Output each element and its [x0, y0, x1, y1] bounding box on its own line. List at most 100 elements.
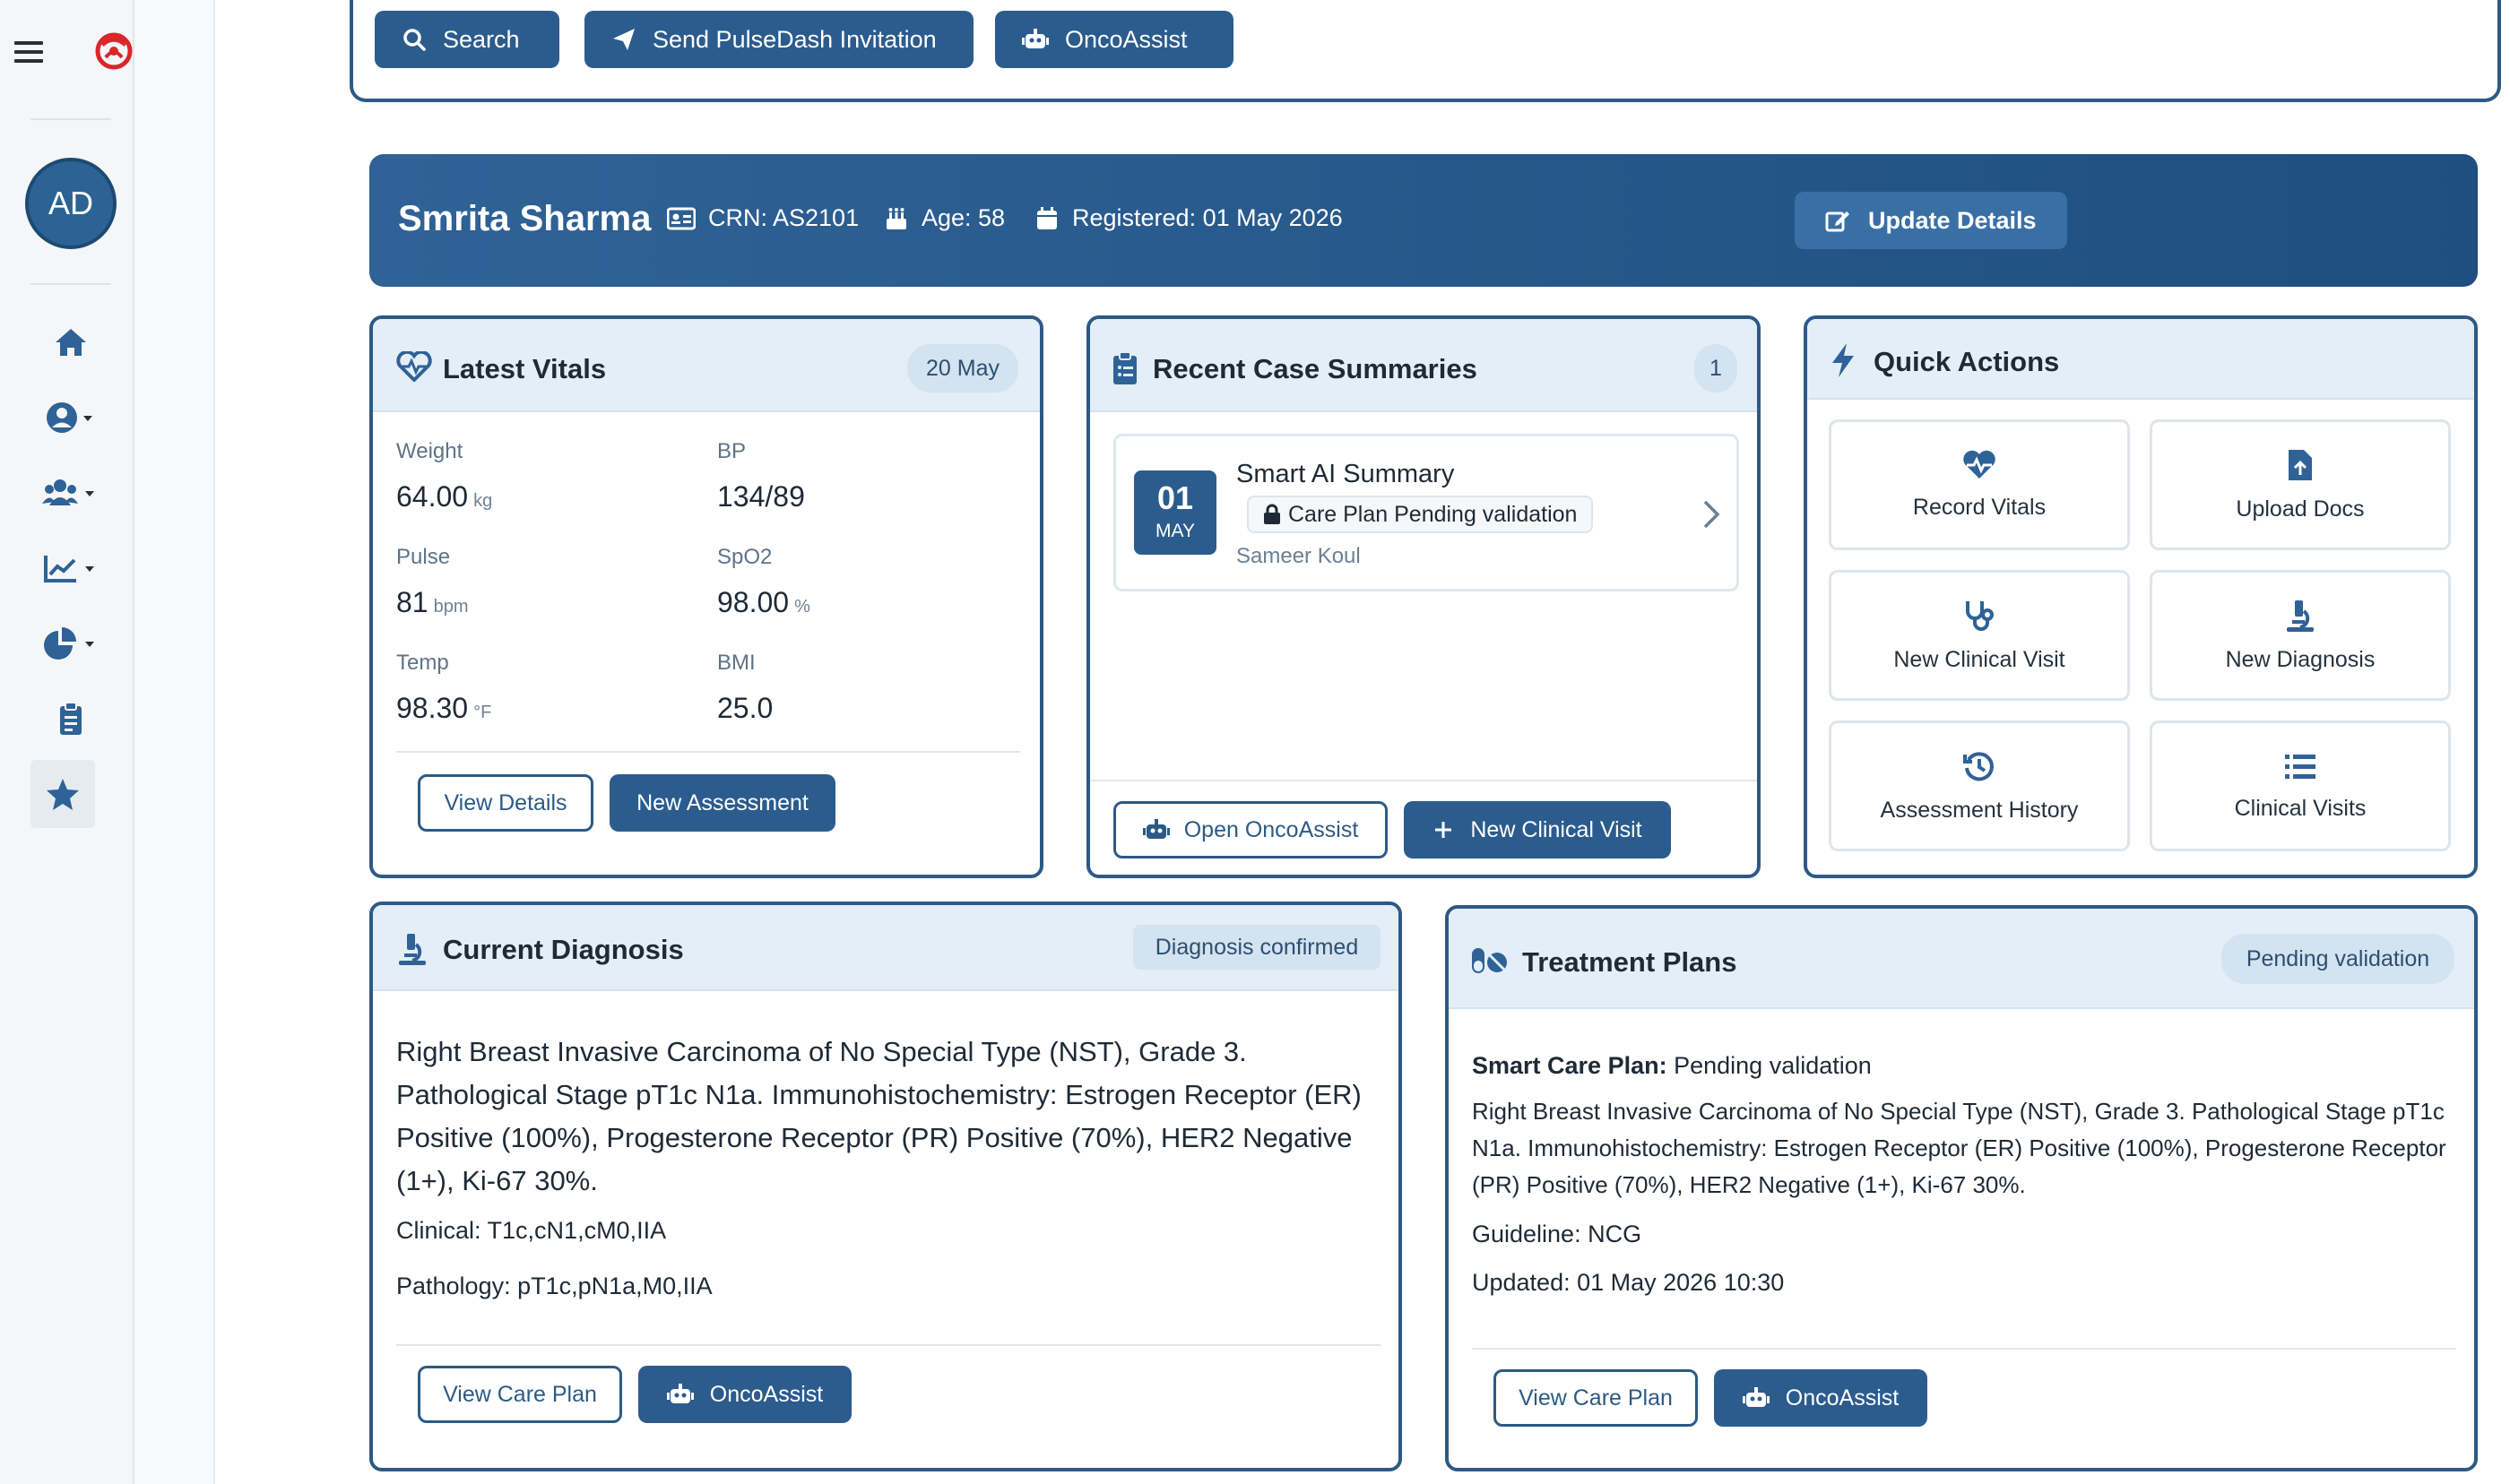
list-icon	[2285, 754, 2315, 779]
new-clinical-visit-label: New Clinical Visit	[1470, 816, 1642, 842]
diagnosis-divider	[396, 1344, 1380, 1346]
sidebar-gutter	[134, 0, 215, 1484]
menu-icon[interactable]	[13, 36, 45, 68]
lock-icon	[1264, 504, 1280, 524]
send-invitation-button[interactable]: Send PulseDash Invitation	[584, 11, 974, 68]
treatment-plans-card: Treatment Plans Pending validation Smart…	[1445, 905, 2478, 1471]
bp-label: BP	[717, 439, 747, 463]
treatment-oncoassist-label: OncoAssist	[1785, 1385, 1900, 1411]
pulse-label: Pulse	[396, 545, 451, 569]
nav-analytics[interactable]	[30, 534, 111, 602]
view-details-button[interactable]: View Details	[418, 774, 593, 832]
case-date-badge: 01 MAY	[1134, 470, 1216, 555]
top-toolbar: Search Send PulseDash Invitation OncoAss…	[350, 0, 2501, 102]
home-icon	[56, 329, 86, 356]
robot-icon	[1742, 1387, 1770, 1407]
weight-value: 64.00 kg	[396, 480, 493, 513]
case-day: 01	[1156, 479, 1194, 516]
new-diagnosis-tile[interactable]: New Diagnosis	[2150, 570, 2451, 701]
sidebar-divider	[30, 118, 111, 120]
pills-icon	[1472, 948, 1507, 973]
user-circle-icon	[47, 402, 92, 433]
case-summary-item[interactable]: 01 MAY Smart AI Summary Care Plan Pendin…	[1113, 434, 1739, 591]
stethoscope-icon	[1966, 600, 1994, 631]
history-icon	[1963, 751, 1994, 781]
clinical-visits-tile[interactable]: Clinical Visits	[2150, 720, 2451, 851]
bmi-value: 25.0	[717, 692, 774, 724]
clinical-visits-label: Clinical Visits	[2234, 795, 2367, 821]
open-oncoassist-button[interactable]: Open OncoAssist	[1113, 801, 1388, 858]
diagnosis-status-badge: Diagnosis confirmed	[1133, 925, 1380, 970]
diagnosis-text: Right Breast Invasive Carcinoma of No Sp…	[396, 1036, 1362, 1196]
quick-actions-title: Quick Actions	[1874, 346, 2060, 377]
vitals-date-badge: 20 May	[907, 344, 1018, 393]
patient-registered-text: Registered: 01 May 2026	[1072, 204, 1343, 231]
spo2-label: SpO2	[717, 545, 773, 569]
treatment-updated: Updated: 01 May 2026 10:30	[1472, 1269, 1785, 1296]
current-diagnosis-card: Current Diagnosis Diagnosis confirmed Ri…	[369, 902, 1402, 1471]
clinical-staging: Clinical: T1c,cN1,cM0,IIA	[396, 1217, 667, 1244]
new-clinical-visit-tile[interactable]: New Clinical Visit	[1829, 570, 2130, 701]
case-status-text: Care Plan Pending validation	[1288, 501, 1578, 527]
pathology-staging: Pathology: pT1c,pN1a,M0,IIA	[396, 1273, 713, 1299]
sidebar-divider	[30, 283, 111, 285]
edit-icon	[1825, 211, 1849, 232]
temp-label: Temp	[396, 651, 449, 675]
record-vitals-tile[interactable]: Record Vitals	[1829, 419, 2130, 550]
oncoassist-button[interactable]: OncoAssist	[995, 11, 1233, 68]
chart-line-icon	[44, 556, 94, 582]
case-title: Smart AI Summary	[1236, 460, 1455, 488]
bolt-icon	[1832, 343, 1854, 377]
send-invitation-label: Send PulseDash Invitation	[653, 25, 937, 53]
treatment-view-care-plan-button[interactable]: View Care Plan	[1493, 1369, 1698, 1427]
treatment-text: Right Breast Invasive Carcinoma of No Sp…	[1472, 1098, 2446, 1198]
avatar[interactable]: AD	[25, 158, 117, 249]
robot-icon	[666, 1384, 694, 1403]
case-summaries-divider	[1090, 780, 1757, 781]
nav-favorites[interactable]	[30, 760, 95, 828]
patient-header: Smrita Sharma CRN: AS2101 Age: 58 Regist…	[369, 154, 2478, 287]
new-clinical-visit-button[interactable]: New Clinical Visit	[1404, 801, 1671, 858]
case-author: Sameer Koul	[1236, 544, 1361, 568]
temp-value: 98.30 °F	[396, 692, 492, 724]
treatment-title: Treatment Plans	[1522, 946, 1737, 978]
update-details-button[interactable]: Update Details	[1795, 192, 2067, 249]
microscope-icon	[399, 934, 426, 965]
pie-chart-icon	[44, 627, 94, 660]
diagnosis-oncoassist-button[interactable]: OncoAssist	[638, 1366, 852, 1423]
diagnosis-title: Current Diagnosis	[443, 934, 684, 965]
case-summaries-count: 1	[1694, 344, 1737, 393]
birthday-cake-icon	[887, 207, 906, 229]
nav-patients[interactable]	[30, 459, 111, 527]
upload-docs-tile[interactable]: Upload Docs	[2150, 419, 2451, 550]
nav-tasks[interactable]	[30, 685, 111, 753]
chevron-right-icon	[1703, 500, 1720, 529]
patient-name: Smrita Sharma	[398, 199, 652, 238]
new-clinical-visit-tile-label: New Clinical Visit	[1893, 646, 2065, 672]
nav-home[interactable]	[30, 308, 111, 376]
treatment-oncoassist-button[interactable]: OncoAssist	[1714, 1369, 1927, 1427]
spo2-value: 98.00%	[717, 586, 810, 618]
smart-care-plan-line: Smart Care Plan: Pending validation	[1472, 1052, 1872, 1080]
latest-vitals-card: Latest Vitals 20 May Weight 64.00 kg BP 1…	[369, 315, 1043, 878]
treatment-divider	[1472, 1348, 2456, 1350]
view-care-plan-button[interactable]: View Care Plan	[418, 1366, 622, 1423]
new-assessment-button[interactable]: New Assessment	[610, 774, 835, 832]
id-card-icon	[667, 207, 696, 229]
file-upload-icon	[2289, 449, 2312, 480]
logo-icon[interactable]	[93, 30, 134, 72]
upload-docs-label: Upload Docs	[2236, 496, 2365, 522]
search-button[interactable]: Search	[375, 11, 559, 68]
patient-registered: Registered: 01 May 2026	[1034, 204, 1343, 232]
avatar-initials: AD	[48, 185, 93, 221]
case-summaries-title: Recent Case Summaries	[1153, 353, 1477, 384]
assessment-history-tile[interactable]: Assessment History	[1829, 720, 2130, 851]
nav-reports[interactable]	[30, 609, 111, 677]
nav-profile[interactable]	[30, 384, 111, 452]
recent-case-summaries-card: Recent Case Summaries 1 01 MAY Smart AI …	[1086, 315, 1761, 878]
robot-icon	[1022, 29, 1049, 48]
vitals-divider	[396, 751, 1020, 753]
smart-care-plan-label: Smart Care Plan:	[1472, 1052, 1667, 1079]
assessment-history-label: Assessment History	[1880, 797, 2079, 823]
case-status-badge: Care Plan Pending validation	[1247, 496, 1594, 533]
